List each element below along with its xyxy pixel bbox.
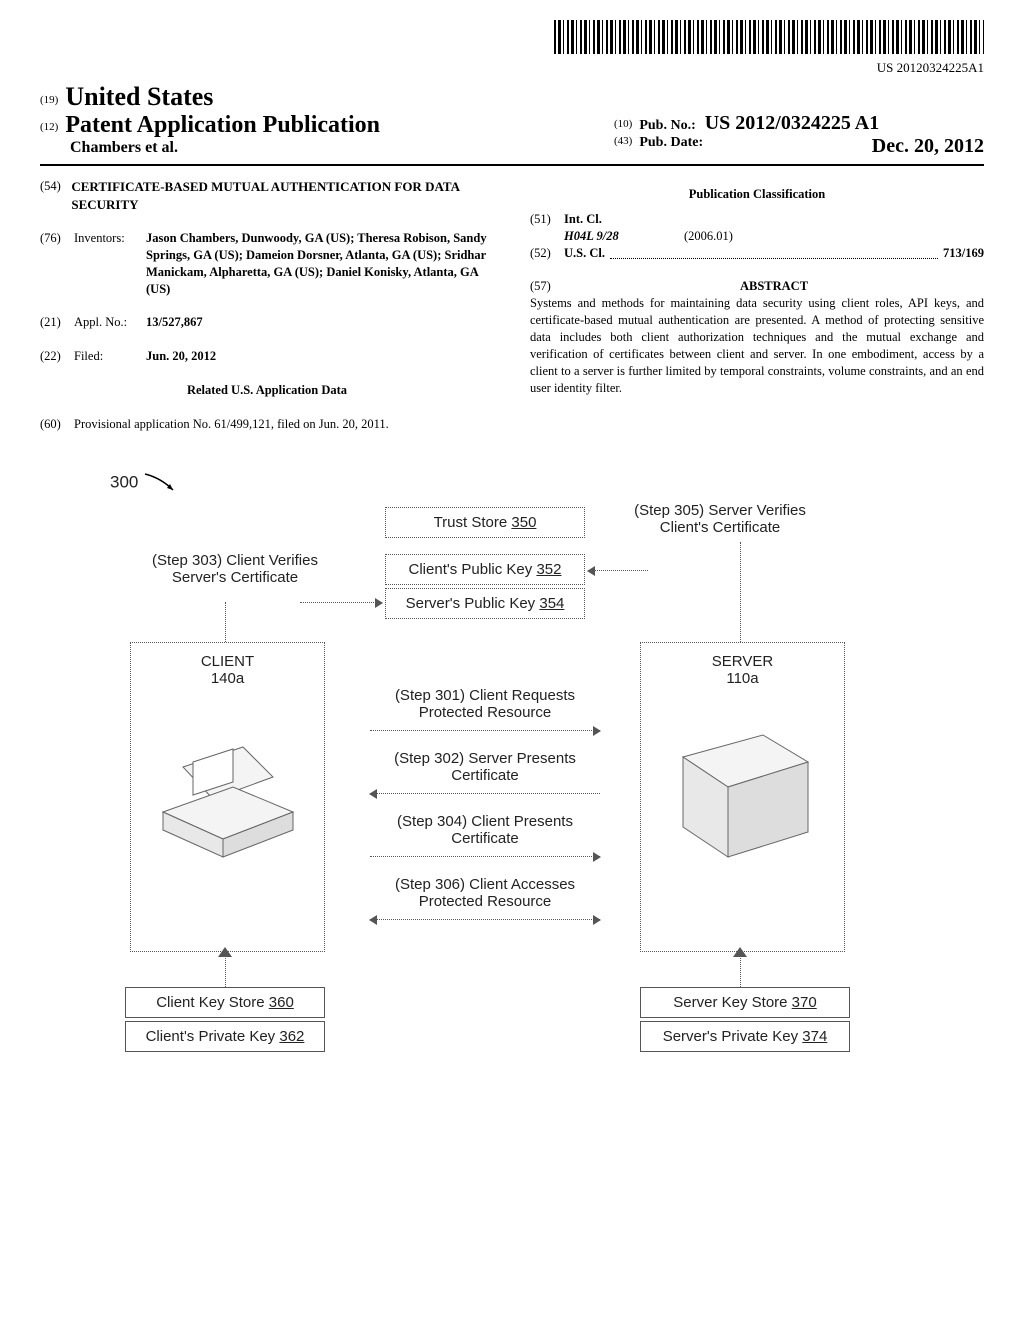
server-box-icon — [663, 707, 823, 877]
figure-diagram: 300 Trust Store 350 Client's Public Key … — [40, 472, 984, 1072]
uscl-label: U.S. Cl. — [564, 246, 605, 260]
authors-line: Chambers et al. — [70, 139, 380, 157]
server-box: SERVER 110a — [640, 642, 845, 952]
arrow-up-icon — [218, 947, 232, 961]
intcl-code: H04L 9/28 — [564, 229, 619, 243]
arrow-up-icon — [733, 947, 747, 961]
arrow-right-icon — [370, 856, 600, 857]
step-301-label: (Step 301) Client Requests Protected Res… — [370, 687, 600, 721]
trust-store-box: Trust Store 350 — [385, 507, 585, 538]
barcode-number: US 20120324225A1 — [40, 60, 984, 76]
arrow-left-icon — [588, 570, 648, 571]
client-key-store-box: Client Key Store 360 — [125, 987, 325, 1018]
server-public-key-box: Server's Public Key 354 — [385, 588, 585, 619]
country: United States — [65, 82, 213, 111]
pubno-value: US 2012/0324225 A1 — [705, 112, 879, 134]
header-right: (10) Pub. No.: US 2012/0324225 A1 (43) P… — [614, 82, 984, 158]
uscl-value: 713/169 — [943, 246, 984, 260]
client-title: CLIENT — [139, 653, 316, 670]
pubdate-value: Dec. 20, 2012 — [872, 135, 984, 158]
inventors-list: Jason Chambers, Dunwoody, GA (US); There… — [146, 231, 487, 296]
barcode-graphic — [554, 20, 984, 54]
dotfill — [610, 258, 938, 259]
step-302-label: (Step 302) Server Presents Certificate — [370, 750, 600, 784]
inventors-label: Inventors: — [74, 230, 146, 298]
pubno-label: Pub. No.: — [639, 118, 695, 133]
code-60: (60) — [40, 416, 74, 433]
code-19: (19) — [40, 94, 58, 106]
pubclass-heading: Publication Classification — [530, 186, 984, 203]
doc-type: Patent Application Publication — [65, 112, 380, 138]
step-303-label: (Step 303) Client Verifies Server's Cert… — [135, 552, 335, 586]
server-title: SERVER — [649, 653, 836, 670]
arrow-both-icon — [370, 919, 600, 920]
ref-300: 300 — [110, 472, 177, 494]
client-public-key-box: Client's Public Key 352 — [385, 554, 585, 585]
leader-line-icon — [143, 472, 177, 494]
code-57: (57) — [530, 278, 564, 295]
client-computer-icon — [153, 707, 303, 867]
arrow-left-icon — [370, 793, 600, 794]
client-box: CLIENT 140a — [130, 642, 325, 952]
client-num: 140a — [139, 670, 316, 687]
code-21: (21) — [40, 314, 74, 331]
vline — [225, 602, 226, 642]
abstract-heading: ABSTRACT — [740, 279, 808, 293]
intcl-date: (2006.01) — [684, 228, 733, 245]
server-num: 110a — [649, 670, 836, 687]
right-column: Publication Classification (51) Int. Cl.… — [530, 178, 984, 432]
arrow-right-icon — [370, 730, 600, 731]
left-column: (54) CERTIFICATE-BASED MUTUAL AUTHENTICA… — [40, 178, 494, 432]
server-private-key-box: Server's Private Key 374 — [640, 1021, 850, 1052]
related-heading: Related U.S. Application Data — [40, 382, 494, 399]
code-43: (43) — [614, 135, 632, 147]
step-306-label: (Step 306) Client Accesses Protected Res… — [370, 876, 600, 910]
document-header: (19) United States (12) Patent Applicati… — [40, 82, 984, 166]
vline — [740, 542, 741, 642]
filed-value: Jun. 20, 2012 — [146, 349, 216, 363]
invention-title: CERTIFICATE-BASED MUTUAL AUTHENTICATION … — [71, 178, 494, 213]
server-key-store-box: Server Key Store 370 — [640, 987, 850, 1018]
pubdate-label: Pub. Date: — [639, 135, 703, 150]
code-52: (52) — [530, 245, 564, 262]
applno-label: Appl. No.: — [74, 314, 146, 331]
header-left: (19) United States (12) Patent Applicati… — [40, 82, 380, 157]
filed-label: Filed: — [74, 348, 146, 365]
code-22: (22) — [40, 348, 74, 365]
barcode-area: US 20120324225A1 — [40, 20, 984, 76]
intcl-label: Int. Cl. — [564, 212, 602, 226]
code-10: (10) — [614, 118, 632, 130]
step-304-label: (Step 304) Client Presents Certificate — [370, 813, 600, 847]
code-76: (76) — [40, 230, 74, 298]
code-54: (54) — [40, 178, 71, 213]
biblio-columns: (54) CERTIFICATE-BASED MUTUAL AUTHENTICA… — [40, 178, 984, 432]
arrow-right-icon — [300, 602, 382, 603]
client-private-key-box: Client's Private Key 362 — [125, 1021, 325, 1052]
step-305-label: (Step 305) Server Verifies Client's Cert… — [610, 502, 830, 536]
code-12: (12) — [40, 121, 58, 133]
abstract-text: Systems and methods for maintaining data… — [530, 295, 984, 396]
provisional-text: Provisional application No. 61/499,121, … — [74, 416, 494, 433]
applno-value: 13/527,867 — [146, 315, 203, 329]
code-51: (51) — [530, 211, 564, 228]
